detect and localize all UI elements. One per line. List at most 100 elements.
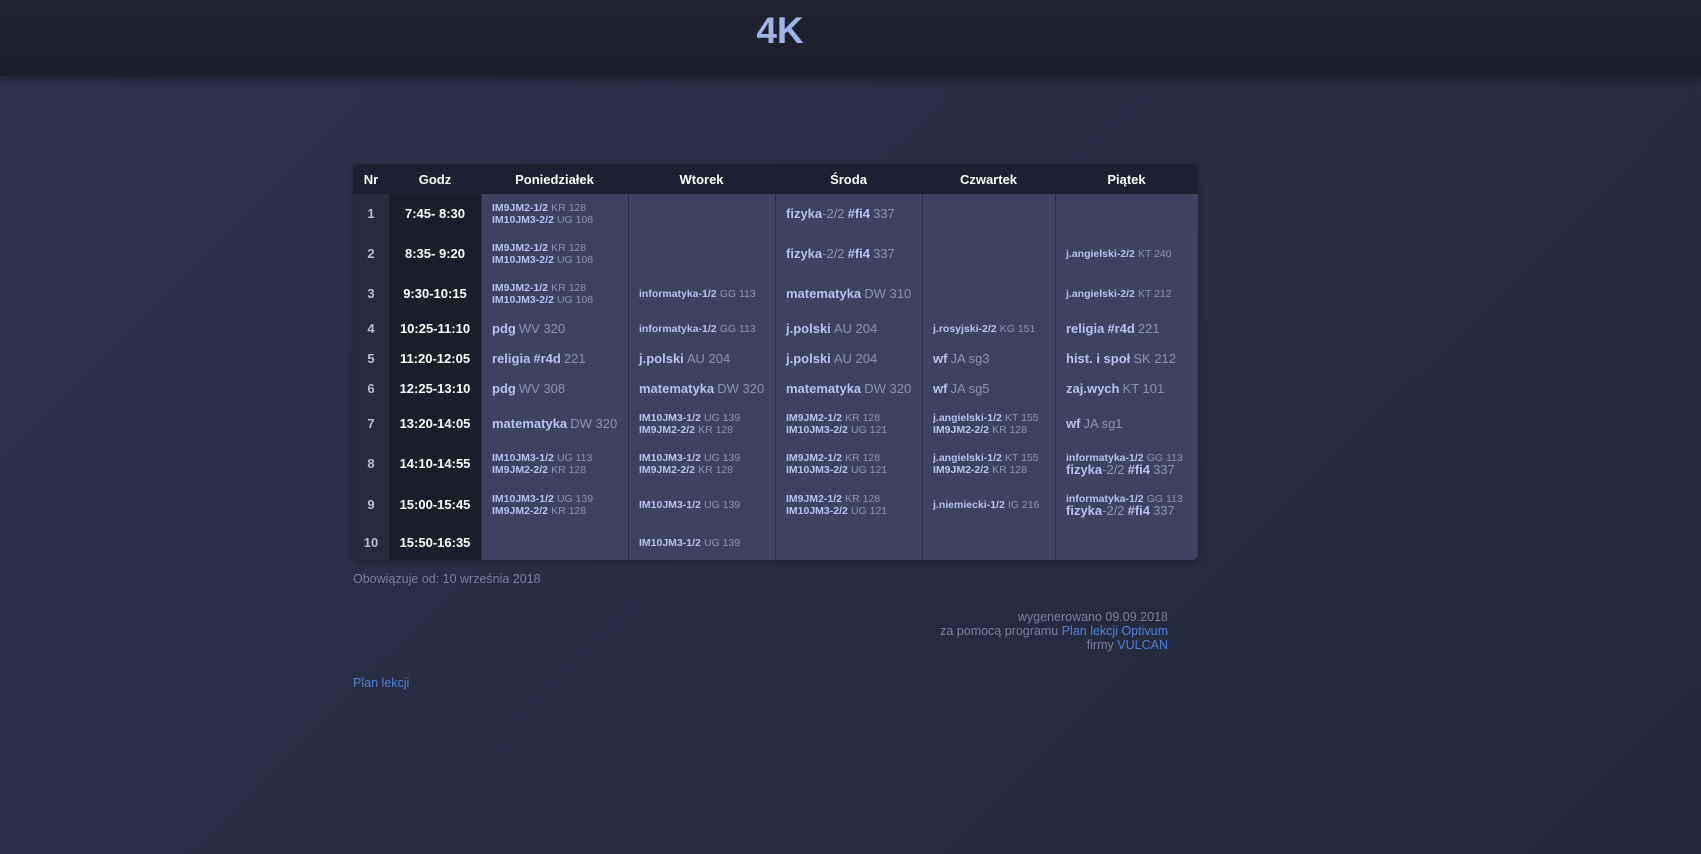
room-code[interactable]: KR 128 [551, 464, 586, 476]
subject-name[interactable]: zaj.wych [1066, 381, 1119, 396]
subject-name[interactable]: j.angielski-1/2 [933, 452, 1002, 464]
subject-name[interactable]: matematyka [786, 286, 861, 301]
subject-name[interactable]: IM10JM3-1/2 [639, 412, 701, 424]
room-code[interactable]: UG 108 [557, 214, 593, 226]
room-code[interactable]: JA sg1 [1084, 416, 1123, 431]
room-code[interactable]: UG 121 [851, 464, 887, 476]
room-code[interactable]: KR 128 [992, 424, 1027, 436]
company-link[interactable]: VULCAN [1117, 638, 1168, 652]
room-code[interactable]: KR 128 [845, 493, 880, 505]
room-code[interactable]: KR 128 [992, 464, 1027, 476]
subject-name[interactable]: IM10JM3-2/2 [492, 214, 554, 226]
room-code[interactable]: KT 212 [1138, 288, 1172, 300]
subject-name[interactable]: fizyka [786, 246, 822, 261]
room-code[interactable]: 337 [1153, 503, 1175, 518]
room-code[interactable]: AU 204 [834, 351, 877, 366]
subject-name[interactable]: IM10JM3-2/2 [492, 294, 554, 306]
room-code[interactable]: DW 310 [864, 286, 911, 301]
room-code[interactable]: KR 128 [698, 424, 733, 436]
subject-name[interactable]: IM9JM2-2/2 [492, 505, 548, 517]
subject-name[interactable]: IM9JM2-1/2 [786, 412, 842, 424]
subject-name[interactable]: IM9JM2-2/2 [492, 464, 548, 476]
subject-name[interactable]: wf [933, 381, 947, 396]
subject-name[interactable]: informatyka-1/2 [639, 323, 717, 335]
subject-name[interactable]: informatyka-1/2 [639, 288, 717, 300]
room-code[interactable]: UG 121 [851, 505, 887, 517]
subject-name[interactable]: matematyka [492, 416, 567, 431]
subject-name[interactable]: matematyka [639, 381, 714, 396]
subject-name[interactable]: IM9JM2-2/2 [933, 424, 989, 436]
subject-name[interactable]: j.angielski-1/2 [933, 412, 1002, 424]
room-code[interactable]: UG 113 [557, 452, 592, 464]
subject-name[interactable]: fizyka [786, 206, 822, 221]
room-code[interactable]: 221 [564, 351, 586, 366]
room-code[interactable]: DW 320 [864, 381, 911, 396]
room-code[interactable]: 337 [873, 246, 895, 261]
room-code[interactable]: UG 139 [704, 452, 740, 464]
subject-name[interactable]: IM10JM3-2/2 [786, 424, 848, 436]
subject-name[interactable]: wf [933, 351, 947, 366]
subject-name[interactable]: j.polski [786, 321, 831, 336]
subject-name[interactable]: hist. i społ [1066, 351, 1130, 366]
plan-lekcji-link[interactable]: Plan lekcji [353, 676, 409, 690]
subject-name[interactable]: j.angielski-2/2 [1066, 288, 1135, 300]
subject-name[interactable]: j.rosyjski-2/2 [933, 323, 997, 335]
room-code[interactable]: KR 128 [551, 242, 586, 254]
room-code[interactable]: UG 121 [851, 424, 887, 436]
subject-name[interactable]: IM9JM2-2/2 [933, 464, 989, 476]
room-code[interactable]: KR 128 [698, 464, 733, 476]
room-code[interactable]: KT 155 [1005, 452, 1039, 464]
room-code[interactable]: AU 204 [834, 321, 877, 336]
subject-name[interactable]: IM10JM3-1/2 [639, 452, 701, 464]
room-code[interactable]: UG 139 [557, 493, 593, 505]
subject-name[interactable]: religia [1066, 321, 1104, 336]
subject-name[interactable]: IM9JM2-1/2 [492, 202, 548, 214]
subject-name[interactable]: fizyka [1066, 462, 1102, 477]
subject-name[interactable]: IM10JM3-2/2 [786, 505, 848, 517]
room-code[interactable]: DW 320 [717, 381, 764, 396]
room-code[interactable]: UG 108 [557, 294, 593, 306]
subject-name[interactable]: pdg [492, 381, 516, 396]
subject-name[interactable]: IM9JM2-1/2 [786, 493, 842, 505]
subject-name[interactable]: IM9JM2-2/2 [639, 464, 695, 476]
room-code[interactable]: KR 128 [845, 452, 880, 464]
subject-name[interactable]: IM10JM3-2/2 [492, 254, 554, 266]
room-code[interactable]: GG 113 [720, 288, 756, 300]
room-code[interactable]: WV 308 [519, 381, 565, 396]
room-code[interactable]: KR 128 [551, 505, 586, 517]
room-code[interactable]: DW 320 [570, 416, 617, 431]
room-code[interactable]: SK 212 [1133, 351, 1176, 366]
room-code[interactable]: KT 101 [1123, 381, 1165, 396]
room-code[interactable]: 337 [873, 206, 895, 221]
subject-name[interactable]: fizyka [1066, 503, 1102, 518]
subject-name[interactable]: IM9JM2-1/2 [492, 242, 548, 254]
room-code[interactable]: 221 [1138, 321, 1160, 336]
program-link[interactable]: Plan lekcji Optivum [1062, 624, 1168, 638]
room-code[interactable]: 337 [1153, 462, 1175, 477]
room-code[interactable]: KR 128 [845, 412, 880, 424]
subject-name[interactable]: IM10JM3-1/2 [492, 493, 554, 505]
subject-name[interactable]: IM10JM3-1/2 [639, 537, 701, 549]
subject-name[interactable]: j.polski [639, 351, 684, 366]
subject-name[interactable]: religia [492, 351, 530, 366]
room-code[interactable]: KG 151 [1000, 323, 1036, 335]
room-code[interactable]: UG 108 [557, 254, 593, 266]
subject-name[interactable]: IM10JM3-1/2 [492, 452, 554, 464]
subject-name[interactable]: IM9JM2-1/2 [492, 282, 548, 294]
subject-name[interactable]: IM10JM3-2/2 [786, 464, 848, 476]
room-code[interactable]: GG 113 [720, 323, 756, 335]
subject-name[interactable]: IM10JM3-1/2 [639, 499, 701, 511]
room-code[interactable]: UG 139 [704, 537, 740, 549]
subject-name[interactable]: IM9JM2-1/2 [786, 452, 842, 464]
room-code[interactable]: AU 204 [687, 351, 730, 366]
subject-name[interactable]: wf [1066, 416, 1080, 431]
subject-name[interactable]: matematyka [786, 381, 861, 396]
subject-name[interactable]: j.niemiecki-1/2 [933, 499, 1005, 511]
subject-name[interactable]: IM9JM2-2/2 [639, 424, 695, 436]
room-code[interactable]: KT 155 [1005, 412, 1039, 424]
room-code[interactable]: JA sg5 [951, 381, 990, 396]
room-code[interactable]: KR 128 [551, 202, 586, 214]
room-code[interactable]: UG 139 [704, 499, 740, 511]
room-code[interactable]: WV 320 [519, 321, 565, 336]
subject-name[interactable]: j.polski [786, 351, 831, 366]
